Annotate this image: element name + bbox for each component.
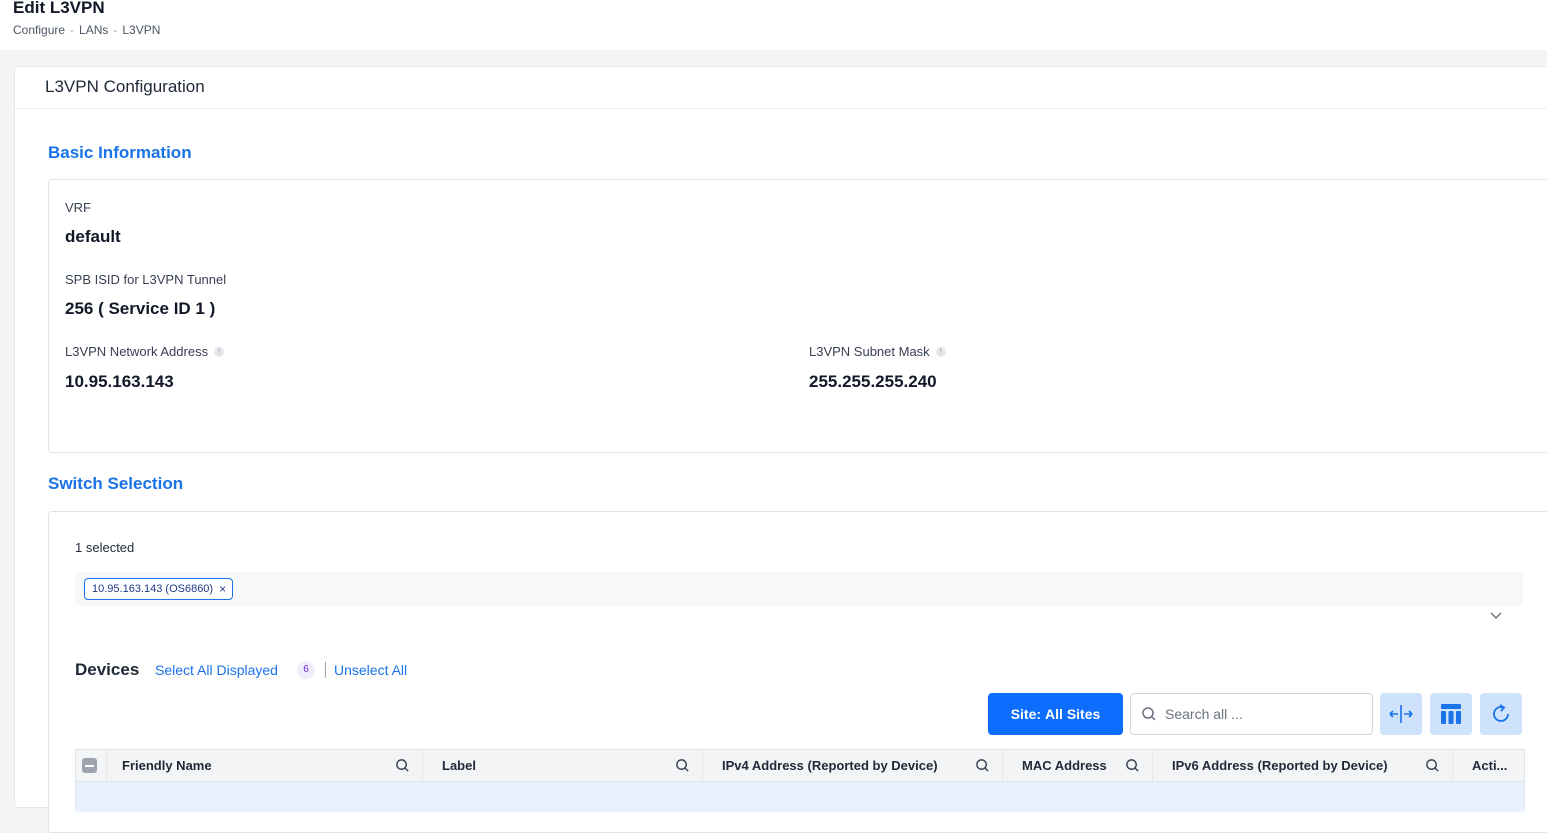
displayed-count-badge: 6 bbox=[297, 661, 315, 679]
selected-count: 1 selected bbox=[75, 540, 135, 555]
switch-selection-box: 1 selected 10.95.163.143 (OS6860) × Devi… bbox=[48, 511, 1547, 833]
search-icon[interactable] bbox=[1425, 758, 1440, 773]
unselect-all-link[interactable]: Unselect All bbox=[334, 662, 407, 678]
isid-value: 256 ( Service ID 1 ) bbox=[65, 299, 216, 318]
column-separator bbox=[106, 750, 107, 781]
column-header-friendly-name[interactable]: Friendly Name bbox=[122, 750, 212, 781]
search-input[interactable] bbox=[1163, 705, 1367, 723]
info-icon[interactable]: ! bbox=[214, 346, 225, 357]
search-icon[interactable] bbox=[975, 758, 990, 773]
search-icon[interactable] bbox=[395, 758, 410, 773]
resize-columns-icon bbox=[1389, 705, 1413, 723]
column-separator bbox=[702, 750, 703, 781]
link-divider bbox=[325, 662, 326, 678]
devices-title: Devices bbox=[75, 660, 140, 679]
info-icon[interactable]: ! bbox=[935, 346, 946, 357]
network-address-label: L3VPN Network Address ! bbox=[65, 344, 225, 359]
table-row[interactable] bbox=[76, 782, 1524, 812]
panel-header: L3VPN Configuration bbox=[15, 67, 1547, 109]
vrf-value: default bbox=[65, 227, 121, 246]
breadcrumb-separator: - bbox=[70, 23, 75, 37]
column-header-label[interactable]: Label bbox=[442, 750, 476, 781]
column-separator bbox=[1152, 750, 1153, 781]
subnet-mask-label: L3VPN Subnet Mask ! bbox=[809, 344, 946, 359]
search-box[interactable] bbox=[1130, 693, 1373, 735]
site-button-prefix: Site: bbox=[1010, 706, 1042, 722]
search-icon[interactable] bbox=[675, 758, 690, 773]
column-layout-button[interactable] bbox=[1430, 693, 1472, 735]
breadcrumb-separator: - bbox=[113, 23, 118, 37]
switch-selection-title: Switch Selection bbox=[48, 474, 184, 493]
resize-columns-button[interactable] bbox=[1380, 693, 1422, 735]
table-header: Friendly Name Label IPv4 Address (Report… bbox=[76, 750, 1524, 782]
devices-table: Friendly Name Label IPv4 Address (Report… bbox=[75, 749, 1525, 812]
basic-information-title: Basic Information bbox=[48, 143, 192, 162]
chevron-down-icon[interactable] bbox=[1489, 608, 1503, 622]
breadcrumb-configure[interactable]: Configure bbox=[13, 23, 65, 37]
site-button-value: All Sites bbox=[1045, 706, 1101, 722]
select-all-displayed-link[interactable]: Select All Displayed bbox=[155, 662, 278, 678]
network-address-value: 10.95.163.143 bbox=[65, 372, 174, 391]
vrf-label: VRF bbox=[65, 200, 91, 215]
breadcrumb-lans[interactable]: LANs bbox=[79, 23, 108, 37]
column-header-ipv6[interactable]: IPv6 Address (Reported by Device) bbox=[1172, 750, 1388, 781]
breadcrumb-l3vpn: L3VPN bbox=[122, 23, 161, 37]
selected-device-chip[interactable]: 10.95.163.143 (OS6860) × bbox=[84, 578, 234, 600]
panel-title: L3VPN Configuration bbox=[45, 77, 205, 96]
column-header-actions[interactable]: Acti... bbox=[1472, 750, 1507, 781]
column-header-mac[interactable]: MAC Address bbox=[1022, 750, 1107, 781]
refresh-button[interactable] bbox=[1480, 693, 1522, 735]
selected-chips-area: 10.95.163.143 (OS6860) × bbox=[75, 572, 1523, 606]
l3vpn-config-panel: L3VPN Configuration Basic Information VR… bbox=[14, 66, 1547, 833]
columns-layout-icon bbox=[1441, 704, 1461, 724]
select-all-checkbox[interactable] bbox=[82, 758, 97, 773]
refresh-icon bbox=[1493, 704, 1509, 722]
page-header: Edit L3VPN Configure - LANs - L3VPN bbox=[0, 0, 1547, 50]
breadcrumb: Configure - LANs - L3VPN bbox=[13, 23, 160, 37]
column-separator bbox=[422, 750, 423, 781]
isid-label: SPB ISID for L3VPN Tunnel bbox=[65, 272, 227, 287]
search-icon[interactable] bbox=[1125, 758, 1140, 773]
column-separator bbox=[1452, 750, 1453, 781]
column-header-ipv4[interactable]: IPv4 Address (Reported by Device) bbox=[722, 750, 938, 781]
chip-label: 10.95.163.143 (OS6860) bbox=[92, 583, 214, 595]
column-separator bbox=[1002, 750, 1003, 781]
search-icon bbox=[1142, 707, 1156, 721]
close-icon[interactable]: × bbox=[219, 582, 226, 596]
site-filter-button[interactable]: Site: All Sites bbox=[988, 693, 1123, 735]
subnet-mask-value: 255.255.255.240 bbox=[809, 372, 937, 391]
page-title: Edit L3VPN bbox=[13, 0, 105, 17]
basic-information-box: VRF default SPB ISID for L3VPN Tunnel 25… bbox=[48, 179, 1547, 453]
